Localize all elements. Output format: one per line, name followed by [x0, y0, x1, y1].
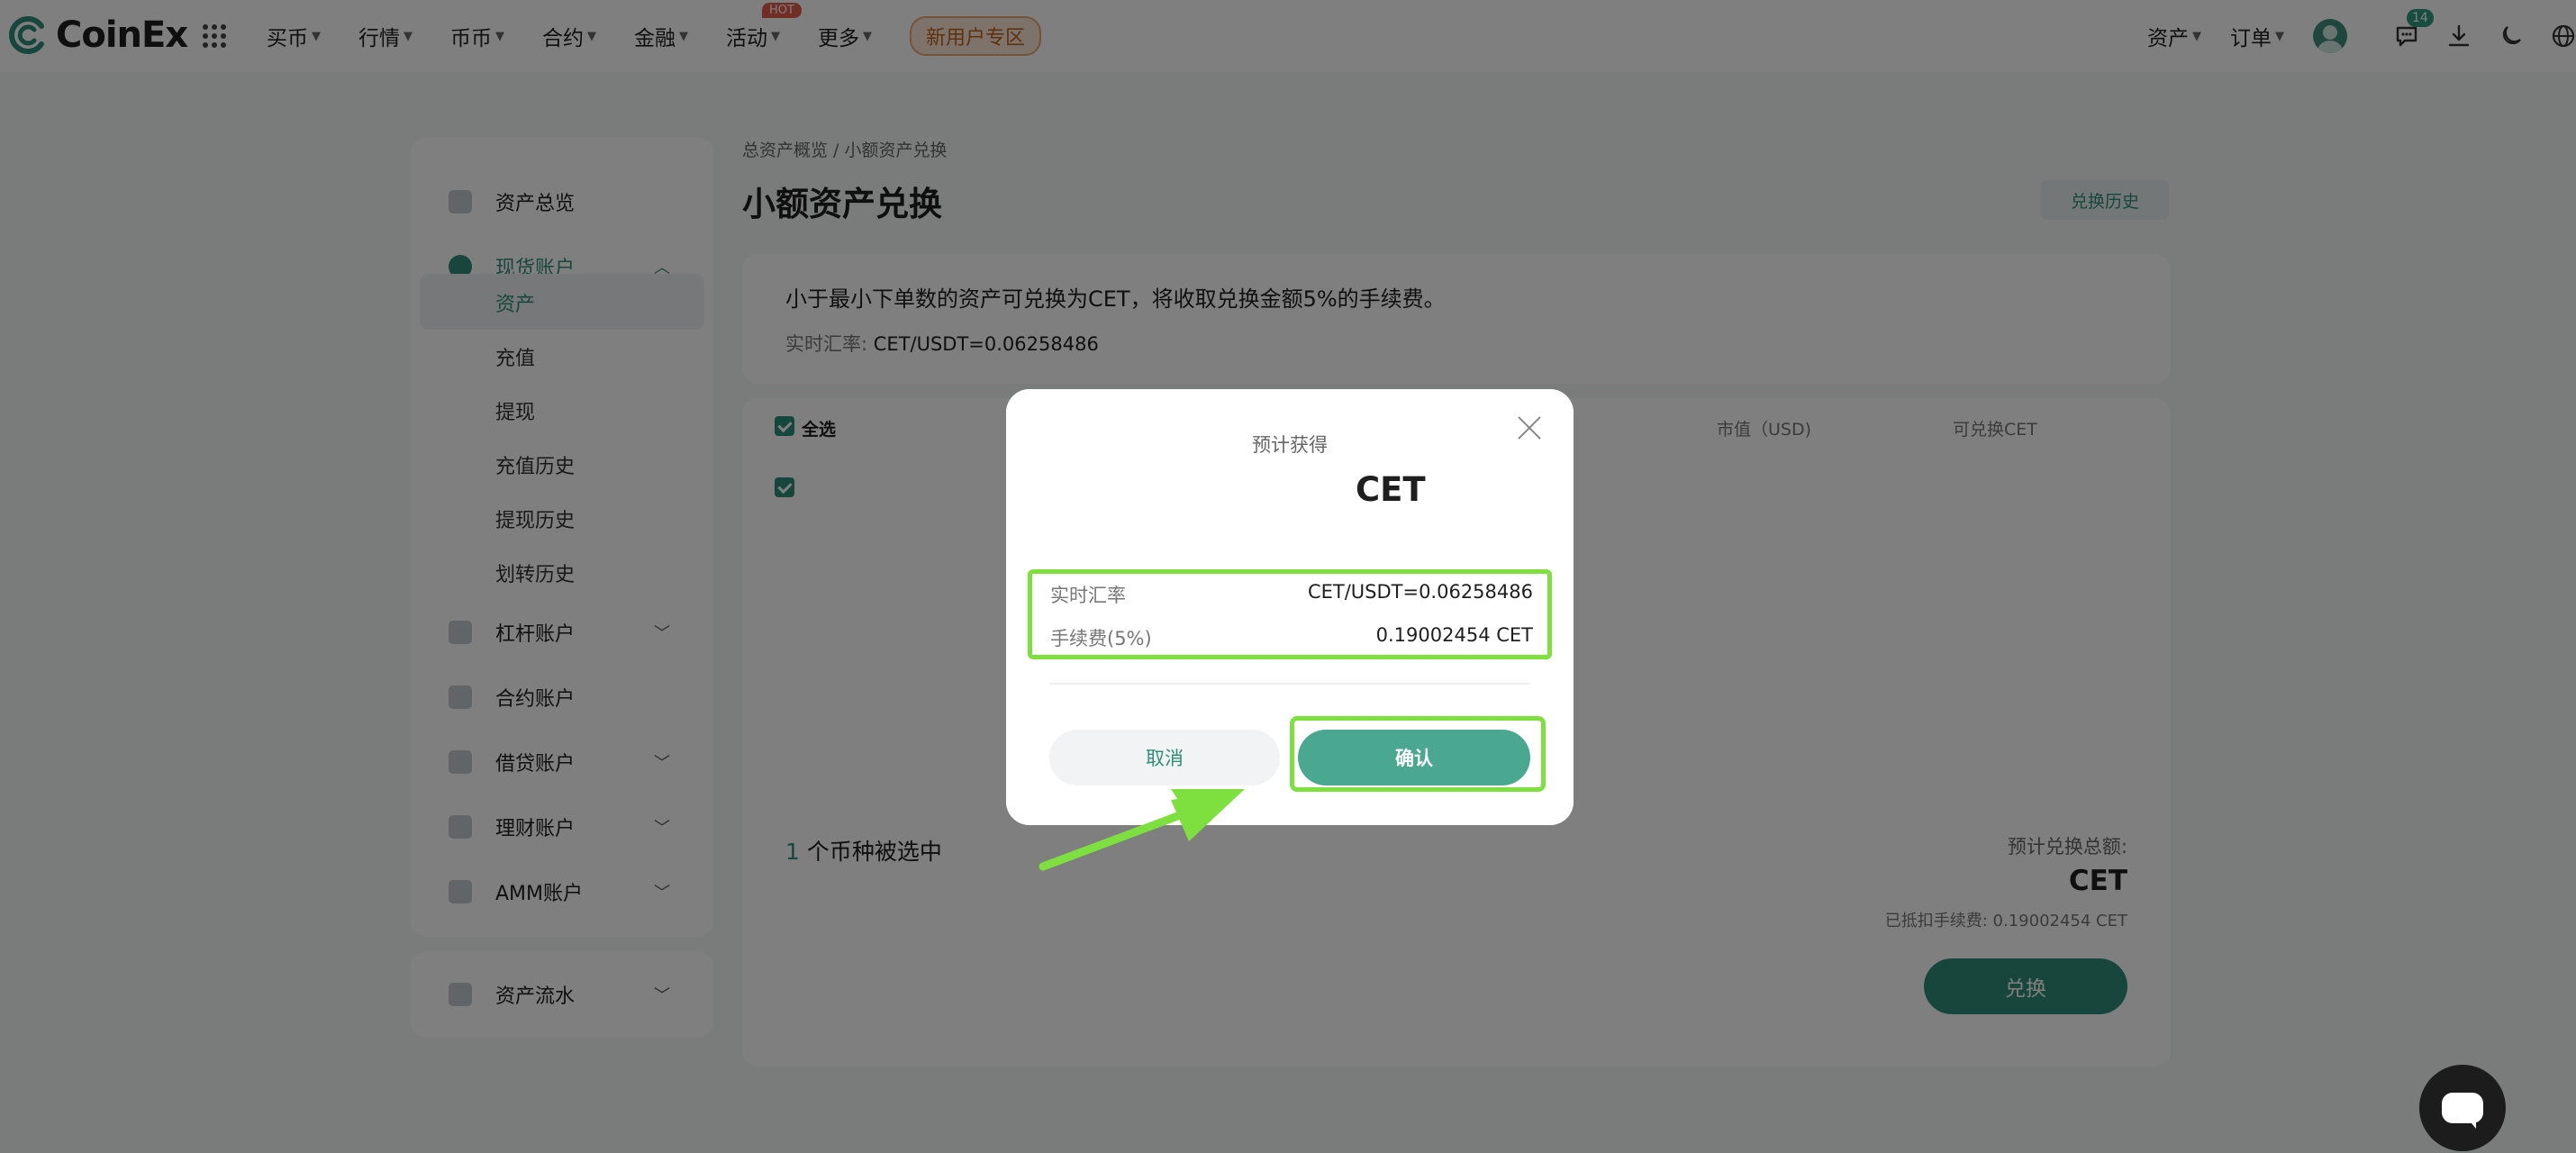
confirm-conversion-dialog: 预计获得 CET 实时汇率 CET/USDT=0.06258486 手续费(5%… [1006, 389, 1574, 825]
fee-value: 0.19002454 CET [1375, 624, 1533, 646]
confirm-button[interactable]: 确认 [1298, 730, 1530, 785]
pointer-arrow-icon [1039, 789, 1245, 871]
rate-value: CET/USDT=0.06258486 [1307, 581, 1533, 603]
dialog-header: 预计获得 CET [1006, 389, 1574, 560]
fee-row: 手续费(5%) 0.19002454 CET [1050, 624, 1533, 651]
divider [1049, 683, 1530, 685]
close-icon[interactable] [1516, 414, 1543, 441]
cancel-button[interactable]: 取消 [1049, 730, 1280, 785]
estimated-amount-unit: CET [1356, 470, 1426, 509]
chat-bubble-icon [2442, 1093, 2483, 1129]
dialog-subtitle: 预计获得 [1252, 434, 1328, 456]
redacted-estimated-amount [1143, 472, 1339, 504]
page: CoinEx 买币▼ 行情▼ 币币▼ 合约▼ 金融▼ 活动▼HOT 更多▼ 新用… [0, 0, 2576, 1153]
rate-row: 实时汇率 CET/USDT=0.06258486 [1050, 581, 1533, 608]
support-chat-button[interactable] [2419, 1065, 2506, 1151]
rate-fee-highlight-box: 实时汇率 CET/USDT=0.06258486 手续费(5%) 0.19002… [1028, 569, 1552, 659]
fee-key: 手续费(5%) [1050, 628, 1152, 649]
rate-key: 实时汇率 [1050, 585, 1126, 606]
